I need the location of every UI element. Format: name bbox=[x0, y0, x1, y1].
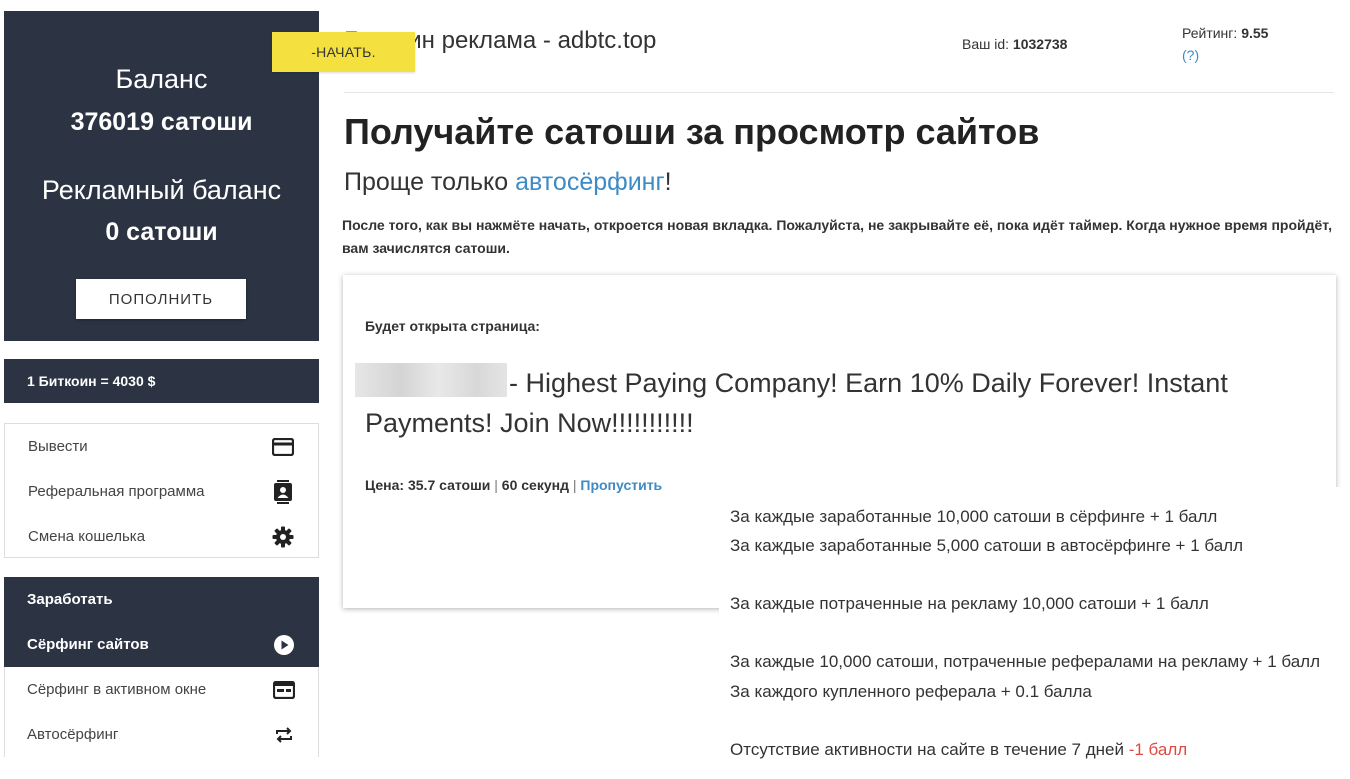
user-id-label: Ваш id: bbox=[962, 36, 1010, 52]
earn-item-active-window[interactable]: Сёрфинг в активном окне bbox=[4, 667, 319, 712]
subtitle-suffix: ! bbox=[664, 168, 672, 196]
ad-balance-label: Рекламный баланс bbox=[41, 175, 282, 205]
inactivity-penalty: -1 балл bbox=[1128, 740, 1188, 759]
page-subtitle: Проще только автосёрфинг! bbox=[344, 168, 672, 197]
rule-line: За каждого купленного реферала + 0.1 бал… bbox=[730, 682, 1092, 701]
earn-item-label: Сёрфинг в активном окне bbox=[27, 681, 207, 698]
rating-value: 9.55 bbox=[1241, 25, 1269, 41]
rule-line: За каждые 10,000 сатоши, потраченные реф… bbox=[730, 652, 1321, 671]
rule-line: За каждые потраченные на рекламу 10,000 … bbox=[730, 594, 1209, 613]
menu-item-referral[interactable]: Реферальная программа bbox=[5, 469, 318, 514]
gear-icon bbox=[272, 526, 294, 548]
ad-card-label: Будет открыта страница: bbox=[365, 318, 540, 334]
inactivity-text: Отсутствие активности на сайте в течение… bbox=[730, 740, 1129, 759]
earn-item-label: Сёрфинг сайтов bbox=[27, 636, 149, 653]
header-divider bbox=[344, 92, 1334, 93]
rule-inactivity: Отсутствие активности на сайте в течение… bbox=[730, 740, 1187, 760]
ad-balance-value: 0 сатоши bbox=[105, 218, 218, 246]
repeat-icon bbox=[273, 724, 295, 746]
menu-item-label: Вывести bbox=[28, 438, 88, 455]
price-value: 35.7 сатоши bbox=[407, 477, 491, 493]
menu-item-withdraw[interactable]: Вывести bbox=[5, 424, 318, 469]
btc-rate: 1 Биткоин = 4030 $ bbox=[4, 359, 319, 403]
subtitle-prefix: Проще только bbox=[344, 168, 516, 196]
autosurfing-link[interactable]: автосёрфинг bbox=[515, 168, 664, 196]
start-button[interactable]: -НАЧАТЬ. bbox=[272, 32, 415, 72]
user-id: Ваш id: 1032738 bbox=[962, 36, 1067, 52]
instructions: После того, как вы нажмёте начать, откро… bbox=[342, 217, 1332, 256]
earn-header: Заработать bbox=[4, 577, 319, 622]
menu-item-wallet-change[interactable]: Смена кошелька bbox=[5, 514, 318, 559]
card-icon bbox=[272, 436, 294, 458]
rating-help-link[interactable]: (?) bbox=[1182, 47, 1199, 63]
earn-menu: Заработать Сёрфинг сайтов Сёрфинг в акти… bbox=[4, 577, 319, 757]
window-icon bbox=[273, 679, 295, 701]
earn-item-surfing[interactable]: Сёрфинг сайтов bbox=[4, 622, 319, 667]
meta-separator: | bbox=[494, 477, 498, 493]
price-label: Цена: bbox=[365, 477, 405, 493]
account-menu: Вывести Реферальная программа Смена коше… bbox=[4, 423, 319, 558]
contact-card-icon bbox=[272, 479, 294, 504]
meta-separator: | bbox=[572, 477, 577, 493]
ad-title[interactable]: - Highest Paying Company! Earn 10% Daily… bbox=[365, 363, 1245, 443]
rule-line: За каждые заработанные 5,000 сатоши в ав… bbox=[730, 536, 1244, 555]
earn-item-label: Автосёрфинг bbox=[27, 726, 119, 743]
balance-value: 376019 сатоши bbox=[70, 108, 253, 136]
ad-meta: Цена: 35.7 сатоши | 60 секунд | Пропусти… bbox=[365, 477, 662, 493]
user-id-value: 1032738 bbox=[1012, 36, 1068, 52]
earn-item-autosurfing[interactable]: Автосёрфинг bbox=[4, 712, 319, 757]
rating-rules-panel: За каждые заработанные 10,000 сатоши в с… bbox=[719, 487, 1350, 779]
rule-line: За каждые заработанные 10,000 сатоши в с… bbox=[730, 507, 1218, 526]
menu-item-label: Смена кошелька bbox=[28, 528, 146, 545]
duration: 60 секунд bbox=[501, 477, 569, 493]
menu-item-label: Реферальная программа bbox=[28, 483, 205, 500]
play-circle-icon bbox=[273, 634, 295, 656]
page-title: Получайте сатоши за просмотр сайтов bbox=[344, 111, 1040, 152]
skip-link[interactable]: Пропустить bbox=[580, 477, 662, 493]
topup-button[interactable]: ПОПОЛНИТЬ bbox=[76, 279, 246, 319]
rating: Рейтинг: 9.55 bbox=[1182, 25, 1268, 41]
rating-label: Рейтинг: bbox=[1182, 25, 1238, 41]
